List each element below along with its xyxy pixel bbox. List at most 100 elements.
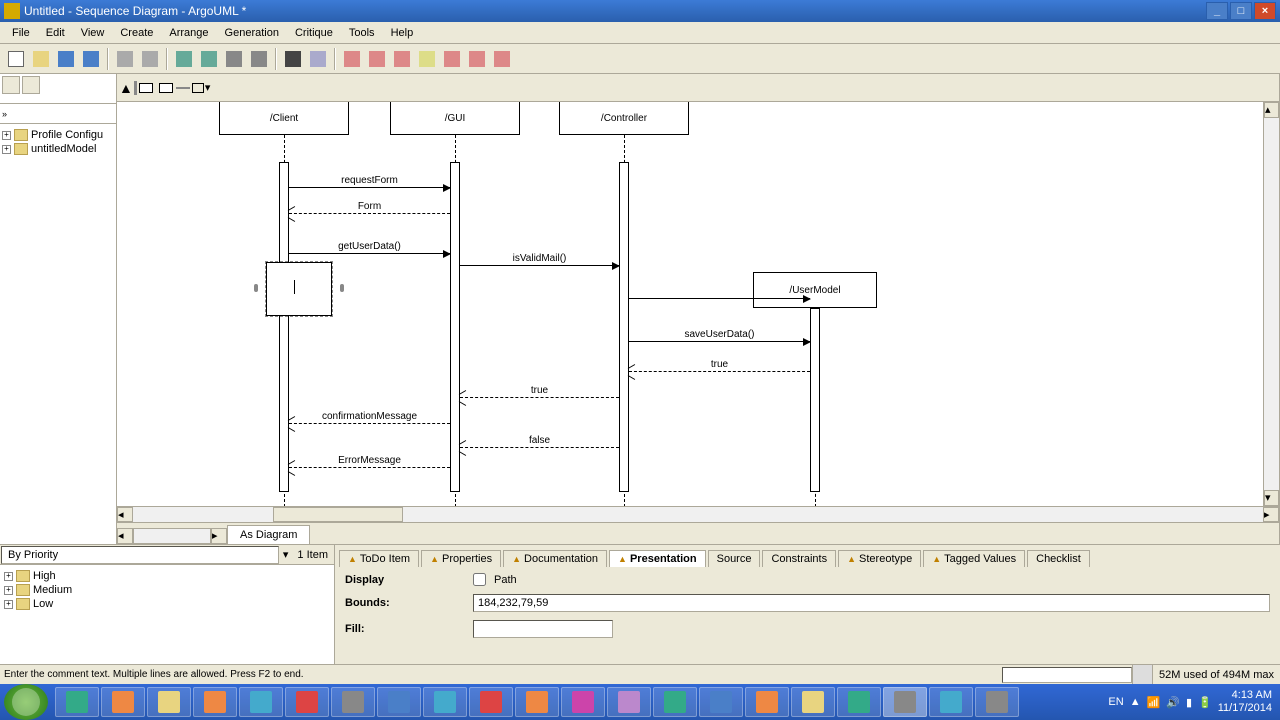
find-button[interactable] xyxy=(281,47,305,71)
taskbar-item[interactable] xyxy=(423,687,467,717)
taskbar-item[interactable] xyxy=(515,687,559,717)
comment-tool[interactable] xyxy=(159,83,173,93)
taskbar-item[interactable] xyxy=(331,687,375,717)
menu-tools[interactable]: Tools xyxy=(341,25,383,41)
cut-button[interactable] xyxy=(222,47,246,71)
tree-toggle-icon[interactable]: + xyxy=(2,145,11,154)
taskbar-item[interactable] xyxy=(745,687,789,717)
model-tree[interactable]: +Profile Configu+untitledModel xyxy=(0,124,116,544)
diagram-activity-button[interactable] xyxy=(415,47,439,71)
pane-toggle-1[interactable] xyxy=(2,76,20,94)
tab-constraints[interactable]: Constraints xyxy=(762,550,836,567)
message-true[interactable]: true xyxy=(460,386,619,398)
bounds-input[interactable] xyxy=(473,594,1270,612)
rect-tool[interactable] xyxy=(192,83,204,93)
taskbar-item[interactable] xyxy=(101,687,145,717)
tab-properties[interactable]: ▲Properties xyxy=(421,550,501,567)
taskbar-item[interactable] xyxy=(837,687,881,717)
tree-toggle-icon[interactable]: + xyxy=(4,572,13,581)
message-requestform[interactable]: requestForm xyxy=(289,176,450,188)
activation-bar[interactable] xyxy=(619,162,629,492)
menu-edit[interactable]: Edit xyxy=(38,25,73,41)
taskbar-item[interactable] xyxy=(377,687,421,717)
tab-scroll-right[interactable]: ▸ xyxy=(211,528,227,544)
diagram-deploy-button[interactable] xyxy=(465,47,489,71)
rect-dropdown[interactable]: ▾ xyxy=(205,81,219,94)
status-input[interactable] xyxy=(1002,667,1132,683)
taskbar-item[interactable] xyxy=(607,687,651,717)
message-errormessage[interactable]: ErrorMessage xyxy=(289,456,450,468)
minimize-button[interactable]: _ xyxy=(1206,2,1228,20)
diagram-usecase-button[interactable] xyxy=(365,47,389,71)
diagram-class-button[interactable] xyxy=(340,47,364,71)
horizontal-scrollbar[interactable]: ◂ ▸ xyxy=(117,506,1279,522)
message-isvalidmail-[interactable]: isValidMail() xyxy=(460,254,619,266)
tab-source[interactable]: Source xyxy=(708,550,761,567)
priority-level[interactable]: +Medium xyxy=(4,583,330,597)
tab-todo-item[interactable]: ▲ToDo Item xyxy=(339,550,419,567)
taskbar-item[interactable] xyxy=(55,687,99,717)
tab-as-diagram[interactable]: As Diagram xyxy=(227,525,310,544)
diagram-state-button[interactable] xyxy=(390,47,414,71)
taskbar-item[interactable] xyxy=(147,687,191,717)
close-button[interactable]: × xyxy=(1254,2,1276,20)
message-create[interactable] xyxy=(629,287,810,299)
taskbar-item[interactable] xyxy=(469,687,513,717)
taskbar-item[interactable] xyxy=(285,687,329,717)
priority-dropdown[interactable]: By Priority xyxy=(1,546,279,564)
taskbar-item[interactable] xyxy=(653,687,697,717)
save-button[interactable] xyxy=(54,47,78,71)
taskbar-item[interactable] xyxy=(239,687,283,717)
tab-checklist[interactable]: Checklist xyxy=(1027,550,1090,567)
menu-create[interactable]: Create xyxy=(112,25,161,41)
pane-expand[interactable]: » xyxy=(2,109,7,119)
activation-bar[interactable] xyxy=(450,162,460,492)
message-confirmationmessage[interactable]: confirmationMessage xyxy=(289,412,450,424)
diagram-sequence-button[interactable] xyxy=(490,47,514,71)
print-button[interactable] xyxy=(113,47,137,71)
zoom-button[interactable] xyxy=(306,47,330,71)
new-button[interactable] xyxy=(4,47,28,71)
pane-toggle-2[interactable] xyxy=(22,76,40,94)
tree-item[interactable]: +Profile Configu xyxy=(2,128,114,142)
message-form[interactable]: Form xyxy=(289,202,450,214)
start-button[interactable] xyxy=(4,684,48,720)
tree-item[interactable]: +untitledModel xyxy=(2,142,114,156)
tree-toggle-icon[interactable]: + xyxy=(4,586,13,595)
message-true[interactable]: true xyxy=(629,360,810,372)
tab-stereotype[interactable]: ▲Stereotype xyxy=(838,550,921,567)
taskbar-item[interactable] xyxy=(791,687,835,717)
priority-tree[interactable]: +High+Medium+Low xyxy=(0,565,334,664)
tab-tagged-values[interactable]: ▲Tagged Values xyxy=(923,550,1025,567)
diagram-collab-button[interactable] xyxy=(440,47,464,71)
tree-toggle-icon[interactable]: + xyxy=(2,131,11,140)
taskbar-item[interactable] xyxy=(883,687,927,717)
tab-presentation[interactable]: ▲Presentation xyxy=(609,550,706,567)
copy-button[interactable] xyxy=(247,47,271,71)
menu-help[interactable]: Help xyxy=(383,25,422,41)
system-tray[interactable]: EN ▲ 📶 🔊 ▮ 🔋 4:13 AM 11/17/2014 xyxy=(1100,689,1280,715)
path-checkbox[interactable] xyxy=(473,573,486,586)
note-link-tool[interactable] xyxy=(176,87,190,89)
taskbar-item[interactable] xyxy=(975,687,1019,717)
redo-button[interactable] xyxy=(197,47,221,71)
open-button[interactable] xyxy=(29,47,53,71)
menu-arrange[interactable]: Arrange xyxy=(161,25,216,41)
menu-critique[interactable]: Critique xyxy=(287,25,341,41)
print-preview-button[interactable] xyxy=(138,47,162,71)
priority-level[interactable]: +Low xyxy=(4,597,330,611)
message-getuserdata-[interactable]: getUserData() xyxy=(289,242,450,254)
taskbar-item[interactable] xyxy=(561,687,605,717)
lifeline-controller[interactable]: /Controller xyxy=(559,102,689,135)
tab-documentation[interactable]: ▲Documentation xyxy=(503,550,607,567)
message-false[interactable]: false xyxy=(460,436,619,448)
classifier-role-tool[interactable] xyxy=(139,83,153,93)
lifeline-client[interactable]: /Client xyxy=(219,102,349,135)
priority-level[interactable]: +High xyxy=(4,569,330,583)
activation-bar[interactable] xyxy=(810,308,820,492)
menu-generation[interactable]: Generation xyxy=(217,25,287,41)
maximize-button[interactable]: □ xyxy=(1230,2,1252,20)
menu-view[interactable]: View xyxy=(73,25,113,41)
taskbar-item[interactable] xyxy=(699,687,743,717)
vertical-scrollbar[interactable]: ▴ ▾ xyxy=(1263,102,1279,506)
